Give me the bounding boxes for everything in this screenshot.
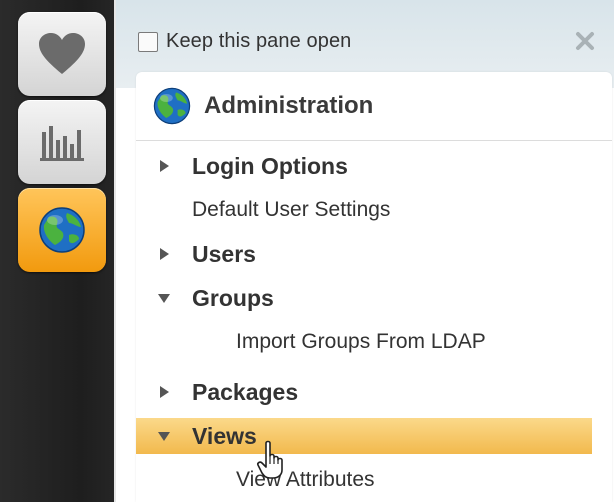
keep-open-toggle[interactable]: Keep this pane open [138,30,351,53]
section-divider [136,140,612,141]
tree-item-packages[interactable]: Packages [136,374,592,410]
expand-arrow-icon[interactable] [156,158,172,174]
reports-button[interactable] [18,100,106,184]
tree-item-login-options[interactable]: Login Options [136,148,592,184]
tree-item-users[interactable]: Users [136,236,592,272]
tree-item-default-user-settings[interactable]: Default User Settings [136,192,592,228]
tree-item-label: Groups [192,284,274,311]
administration-pane: Keep this pane open Administration Login… [114,0,614,502]
hand-cursor-icon [257,440,283,479]
collapse-arrow-icon[interactable] [156,428,172,444]
pane-content: Administration Login Options Default Use… [136,72,612,502]
bar-chart-icon [40,126,84,161]
close-pane-button[interactable] [572,28,598,54]
left-icon-rail [0,0,116,502]
tree-item-groups[interactable]: Groups [136,280,592,316]
heart-icon [39,33,85,74]
tree-item-views[interactable]: Views [136,418,592,454]
tree-item-view-attributes[interactable]: View Attributes [136,462,592,498]
tree-item-label: Users [192,240,256,267]
keep-open-checkbox[interactable] [138,31,158,52]
tree-item-label: Login Options [192,152,348,179]
globe-icon [153,87,191,125]
tree-item-label: Import Groups From LDAP [236,330,486,353]
tree-item-label: Default User Settings [192,198,391,221]
close-icon [576,32,594,50]
tree-item-import-groups-from-ldap[interactable]: Import Groups From LDAP [136,324,592,360]
keep-open-label: Keep this pane open [166,30,352,52]
tree-item-label: Packages [192,378,299,405]
tree-item-label: Views [192,422,257,449]
administration-button[interactable] [18,188,106,272]
collapse-arrow-icon[interactable] [156,290,172,306]
expand-arrow-icon[interactable] [156,384,172,400]
globe-icon [39,207,85,253]
section-title: Administration [152,86,373,126]
favorites-button[interactable] [18,12,106,96]
expand-arrow-icon[interactable] [156,246,172,262]
section-title-label: Administration [204,92,374,119]
